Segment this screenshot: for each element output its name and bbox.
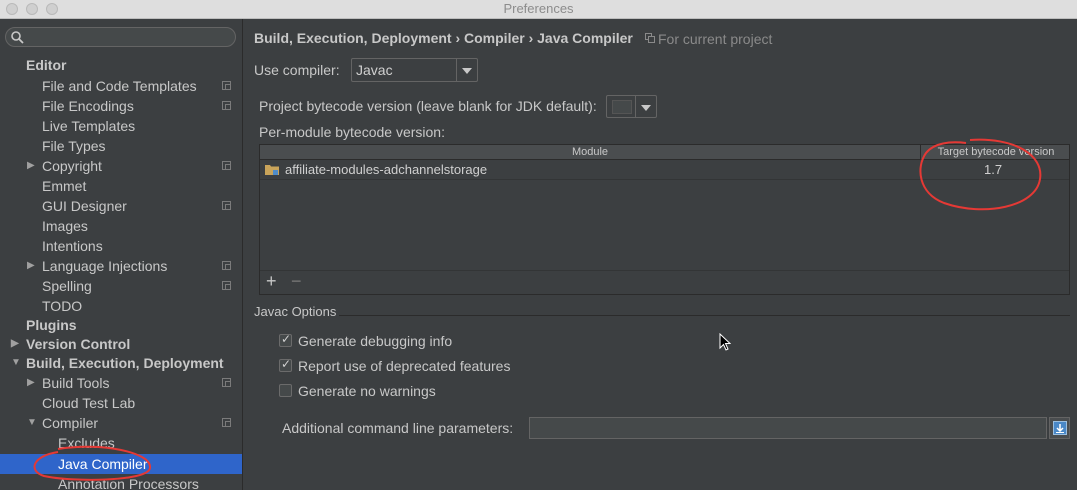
generate-no-warnings-checkbox[interactable] (279, 384, 292, 397)
report-deprecated-label[interactable]: Report use of deprecated features (298, 358, 510, 374)
chevron-down-icon (635, 96, 656, 117)
generate-debugging-info-checkbox[interactable] (279, 332, 292, 347)
title-bar: Preferences (0, 0, 1077, 19)
report-deprecated-checkbox[interactable] (279, 357, 292, 372)
search-icon (11, 31, 24, 44)
target-version[interactable]: 1.7 (984, 162, 1002, 177)
collapse-arrow-icon[interactable]: ▼ (27, 413, 37, 433)
project-scope-icon (222, 201, 231, 210)
project-scope-icon (645, 33, 655, 43)
column-header-module[interactable]: Module (260, 146, 920, 158)
add-module-button[interactable]: + (266, 271, 277, 292)
window-title: Preferences (503, 1, 574, 16)
sidebar-item-editor[interactable]: Editor (0, 55, 242, 75)
per-module-table: Module Target bytecode version affiliate… (259, 144, 1070, 295)
sidebar-item-file-types[interactable]: File Types (0, 136, 242, 156)
sidebar-item-compiler[interactable]: ▼ Compiler (0, 413, 242, 433)
expand-arrow-icon[interactable]: ▶ (11, 334, 19, 354)
sidebar-item-version-control[interactable]: ▶ Version Control (0, 334, 242, 354)
sidebar-item-build-tools[interactable]: ▶ Build Tools (0, 373, 242, 393)
sidebar-item-annotation-processors[interactable]: Annotation Processors (0, 474, 242, 490)
project-scope-icon (222, 161, 231, 170)
collapse-arrow-icon[interactable]: ▼ (11, 353, 21, 373)
settings-sidebar: Editor File and Code Templates File Enco… (0, 19, 243, 490)
expand-field-button[interactable] (1049, 417, 1070, 439)
expand-arrow-icon[interactable]: ▶ (27, 256, 35, 276)
project-bytecode-select[interactable] (606, 95, 657, 118)
chevron-down-icon (456, 59, 477, 81)
javac-options-section: Javac Options (254, 304, 354, 319)
sidebar-item-live-templates[interactable]: Live Templates (0, 116, 242, 136)
table-row[interactable]: affiliate-modules-adchannelstorage 1.7 (260, 160, 1069, 180)
project-scope-icon (222, 81, 231, 90)
sidebar-item-file-and-code-templates[interactable]: File and Code Templates (0, 76, 242, 96)
sidebar-item-spelling[interactable]: Spelling (0, 276, 242, 296)
sidebar-item-gui-designer[interactable]: GUI Designer (0, 196, 242, 216)
sidebar-item-intentions[interactable]: Intentions (0, 236, 242, 256)
sidebar-item-file-encodings[interactable]: File Encodings (0, 96, 242, 116)
per-module-label: Per-module bytecode version: (259, 124, 445, 140)
sidebar-item-cloud-test-lab[interactable]: Cloud Test Lab (0, 393, 242, 413)
sidebar-item-emmet[interactable]: Emmet (0, 176, 242, 196)
expand-icon (1053, 421, 1067, 435)
sidebar-item-build-execution-deployment[interactable]: ▼ Build, Execution, Deployment (0, 353, 242, 373)
sidebar-item-plugins[interactable]: Plugins (0, 315, 242, 335)
table-header: Module Target bytecode version (260, 145, 1069, 160)
project-bytecode-label: Project bytecode version (leave blank fo… (259, 98, 597, 114)
use-compiler-label: Use compiler: (254, 62, 340, 78)
module-name: affiliate-modules-adchannelstorage (285, 162, 488, 177)
project-scope-icon (222, 418, 231, 427)
project-scope-icon (222, 281, 231, 290)
search-input[interactable] (5, 27, 236, 47)
remove-module-button[interactable]: − (291, 271, 302, 292)
project-scope-icon (222, 101, 231, 110)
table-toolbar: + − (260, 270, 1069, 294)
project-scope-icon (222, 378, 231, 387)
module-folder-icon (265, 165, 279, 175)
use-compiler-select[interactable]: Javac (351, 58, 478, 82)
expand-arrow-icon[interactable]: ▶ (27, 373, 35, 393)
generate-no-warnings-label[interactable]: Generate no warnings (298, 383, 436, 399)
sidebar-item-todo[interactable]: TODO (0, 296, 242, 316)
sidebar-item-excludes[interactable]: Excludes (0, 433, 242, 453)
sidebar-item-java-compiler[interactable]: Java Compiler (0, 454, 242, 474)
mouse-cursor-icon (719, 333, 731, 351)
settings-content: Build, Execution, Deployment › Compiler … (244, 19, 1077, 490)
generate-debugging-info-label[interactable]: Generate debugging info (298, 333, 452, 349)
section-divider (339, 315, 1070, 316)
additional-params-input[interactable] (529, 417, 1047, 439)
for-current-project-note: For current project (658, 31, 773, 47)
sidebar-item-images[interactable]: Images (0, 216, 242, 236)
additional-params-label: Additional command line parameters: (282, 420, 514, 436)
sidebar-item-copyright[interactable]: ▶ Copyright (0, 156, 242, 176)
javac-options-title: Javac Options (254, 304, 337, 319)
sidebar-item-language-injections[interactable]: ▶ Language Injections (0, 256, 242, 276)
breadcrumb: Build, Execution, Deployment › Compiler … (254, 30, 633, 46)
project-scope-icon (222, 261, 231, 270)
column-header-target[interactable]: Target bytecode version (921, 146, 1071, 158)
expand-arrow-icon[interactable]: ▶ (27, 156, 35, 176)
